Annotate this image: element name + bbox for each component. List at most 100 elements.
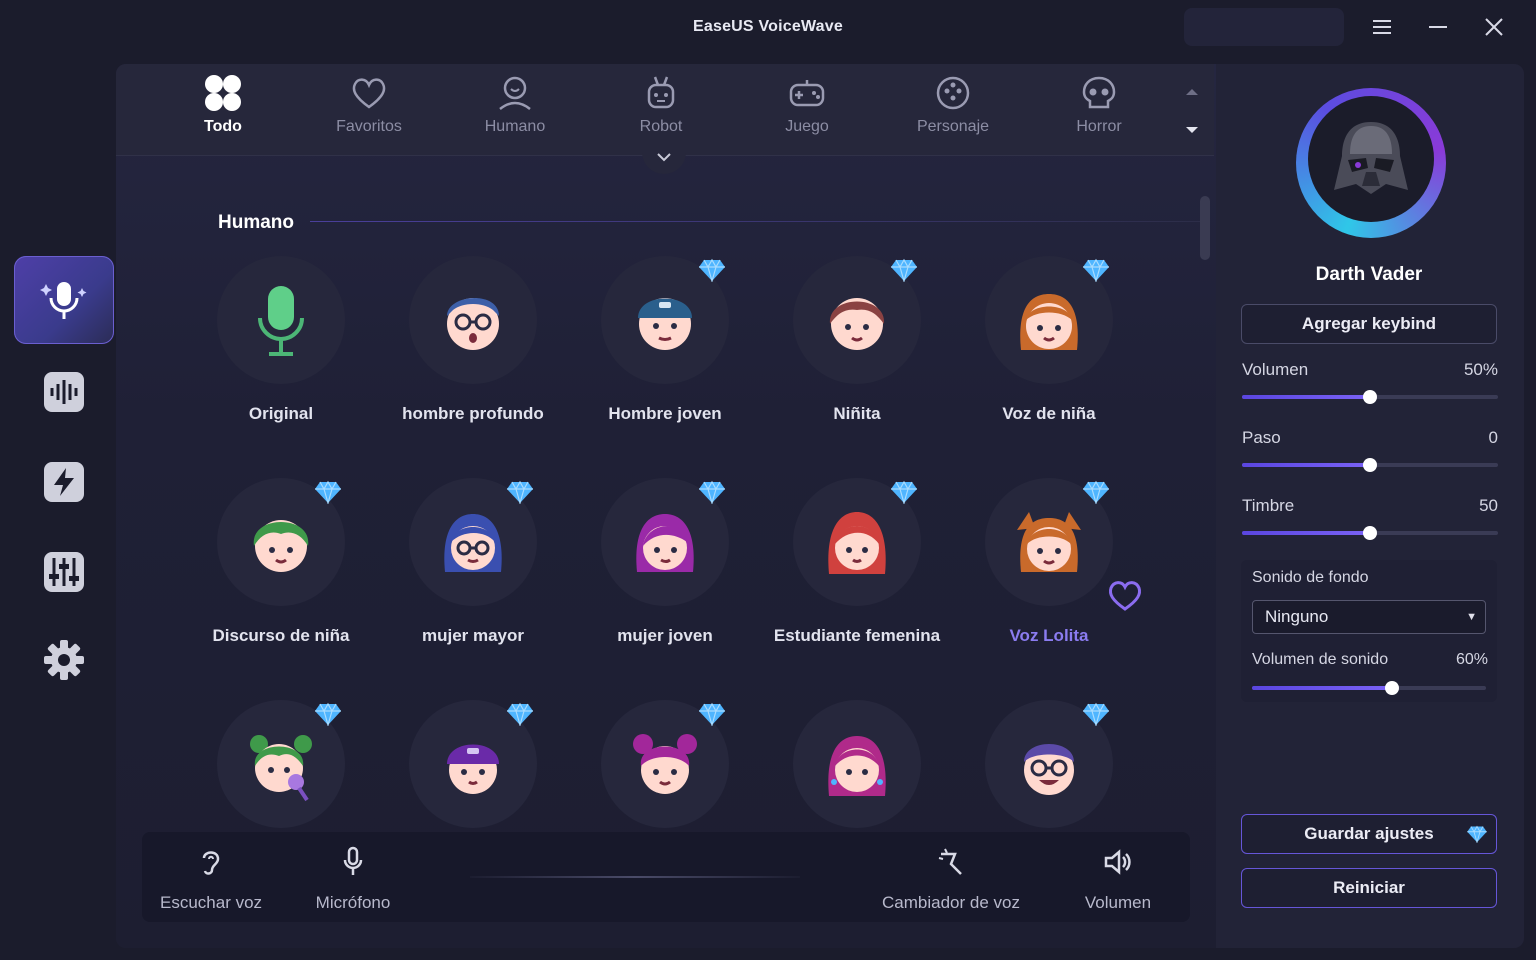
tab-label: Todo — [204, 118, 242, 135]
clover-icon — [205, 75, 241, 111]
tab-juego[interactable]: Juego — [747, 72, 867, 152]
premium-diamond-icon — [698, 480, 726, 509]
voice-name: mujer joven — [617, 626, 713, 645]
save-settings-button[interactable]: Guardar ajustes — [1241, 814, 1497, 854]
voice-card[interactable]: Voz de niña — [954, 256, 1144, 456]
sound-volume-label: Volumen de sonido — [1252, 651, 1389, 668]
girl-avatar — [1020, 294, 1078, 350]
sound-volume-value: 60% — [1455, 651, 1488, 668]
account-pill[interactable] — [1184, 8, 1344, 46]
voice-name: Original — [248, 404, 314, 423]
voice-card[interactable]: mujer joven — [570, 478, 760, 678]
listen-voice-button[interactable]: Escuchar voz — [160, 846, 262, 913]
premium-diamond-icon — [314, 702, 342, 731]
voice-card[interactable]: Original — [186, 256, 376, 456]
voice-card[interactable]: Estudiante femenina — [762, 478, 952, 678]
green-girl-avatar — [253, 520, 309, 572]
slider-thumb[interactable] — [1363, 526, 1377, 540]
tab-personaje[interactable]: Personaje — [893, 72, 1013, 152]
volume-button[interactable]: Volumen — [1082, 846, 1154, 913]
pitch-slider-value: 0 — [1488, 428, 1498, 447]
voice-changer-toggle[interactable]: Cambiador de voz — [878, 846, 1024, 913]
volume-label: Volumen — [1084, 893, 1152, 912]
section-title: Humano — [218, 212, 294, 233]
background-sound-label: Sonido de fondo — [1252, 569, 1369, 586]
bun-girl-avatar — [633, 734, 697, 794]
volume-slider[interactable] — [1242, 390, 1498, 404]
gear-icon — [44, 640, 84, 680]
tab-label: Horror — [1076, 118, 1122, 135]
voice-card[interactable]: Discurso de niña — [186, 478, 376, 678]
girl-microphone-avatar — [250, 735, 312, 802]
current-voice-avatar — [1308, 96, 1434, 222]
premium-diamond-icon — [1467, 825, 1487, 843]
tab-favoritos[interactable]: Favoritos — [309, 72, 429, 152]
tab-scroll[interactable] — [1180, 80, 1204, 144]
voice-card[interactable]: mujer mayor — [378, 478, 568, 678]
darth-vader-helmet-icon — [1334, 122, 1408, 194]
pink-woman-avatar — [828, 736, 886, 796]
slider-thumb[interactable] — [1363, 458, 1377, 472]
add-keybind-button[interactable]: Agregar keybind — [1241, 304, 1497, 344]
premium-diamond-icon — [890, 480, 918, 509]
audio-level-line — [470, 876, 800, 878]
background-sound-select[interactable]: Ninguno ▼ — [1252, 600, 1486, 634]
waveform-icon — [44, 372, 84, 412]
favorite-heart-icon[interactable] — [1106, 578, 1144, 617]
tab-humano[interactable]: Humano — [455, 72, 575, 152]
voice-name: Discurso de niña — [212, 626, 350, 645]
skull-icon — [1082, 76, 1116, 109]
female-student-avatar — [828, 512, 886, 574]
voice-card[interactable]: Hombre joven — [570, 256, 760, 456]
sidebar-item-mixer[interactable] — [14, 528, 114, 616]
slider-thumb[interactable] — [1363, 390, 1377, 404]
tab-todo[interactable]: Todo — [163, 72, 283, 152]
slider-fill — [1242, 531, 1370, 535]
voice-changer-label: Cambiador de voz — [882, 893, 1020, 912]
voice-name: hombre profundo — [402, 404, 544, 423]
pitch-slider[interactable] — [1242, 458, 1498, 472]
reset-button[interactable]: Reiniciar — [1241, 868, 1497, 908]
current-voice-name: Darth Vader — [1315, 264, 1423, 285]
volume-slider-label: Volumen — [1242, 360, 1309, 379]
sidebar-item-soundboard[interactable] — [14, 348, 114, 436]
title-bar: EaseUS VoiceWave — [0, 0, 1536, 56]
chevron-down-icon[interactable] — [1180, 118, 1204, 142]
voice-card[interactable]: Niñita — [762, 256, 952, 456]
microphone-label: Micrófono — [315, 893, 391, 912]
tab-horror[interactable]: Horror — [1039, 72, 1159, 152]
minimize-icon[interactable] — [1421, 10, 1455, 44]
voice-card[interactable]: Voz Lolita — [954, 478, 1144, 678]
young-woman-avatar — [636, 514, 694, 572]
gamepad-icon — [789, 80, 825, 107]
pitch-slider-label: Paso — [1242, 428, 1281, 447]
slider-fill — [1242, 463, 1370, 467]
tab-label: Favoritos — [336, 118, 402, 135]
sound-volume-slider[interactable] — [1252, 681, 1486, 695]
older-woman-avatar — [444, 514, 502, 572]
tab-robot[interactable]: Robot — [601, 72, 721, 152]
tab-label: Juego — [785, 118, 829, 135]
close-icon[interactable] — [1477, 10, 1511, 44]
sidebar-item-quick[interactable] — [14, 438, 114, 526]
slider-fill — [1252, 686, 1393, 690]
voice-card[interactable]: hombre profundo — [378, 256, 568, 456]
sidebar-item-voice-changer[interactable] — [14, 256, 114, 344]
voice-avatar — [409, 256, 537, 384]
ear-icon — [202, 851, 220, 875]
premium-diamond-icon — [890, 258, 918, 287]
menu-icon[interactable] — [1365, 10, 1399, 44]
premium-diamond-icon — [698, 702, 726, 731]
scrollbar[interactable] — [1200, 196, 1210, 260]
sidebar-item-settings[interactable] — [14, 616, 114, 704]
microphone-button[interactable]: Micrófono — [312, 846, 394, 913]
character-icon — [936, 76, 970, 110]
background-sound-value: Ninguno — [1265, 607, 1329, 626]
lolita-avatar — [1017, 512, 1081, 572]
chevron-up-icon[interactable] — [1180, 80, 1204, 104]
purple-cap-avatar — [447, 744, 499, 794]
voice-name: Niñita — [833, 404, 881, 423]
tab-label: Personaje — [916, 118, 990, 135]
timbre-slider[interactable] — [1242, 526, 1498, 540]
section-divider — [310, 221, 1200, 222]
